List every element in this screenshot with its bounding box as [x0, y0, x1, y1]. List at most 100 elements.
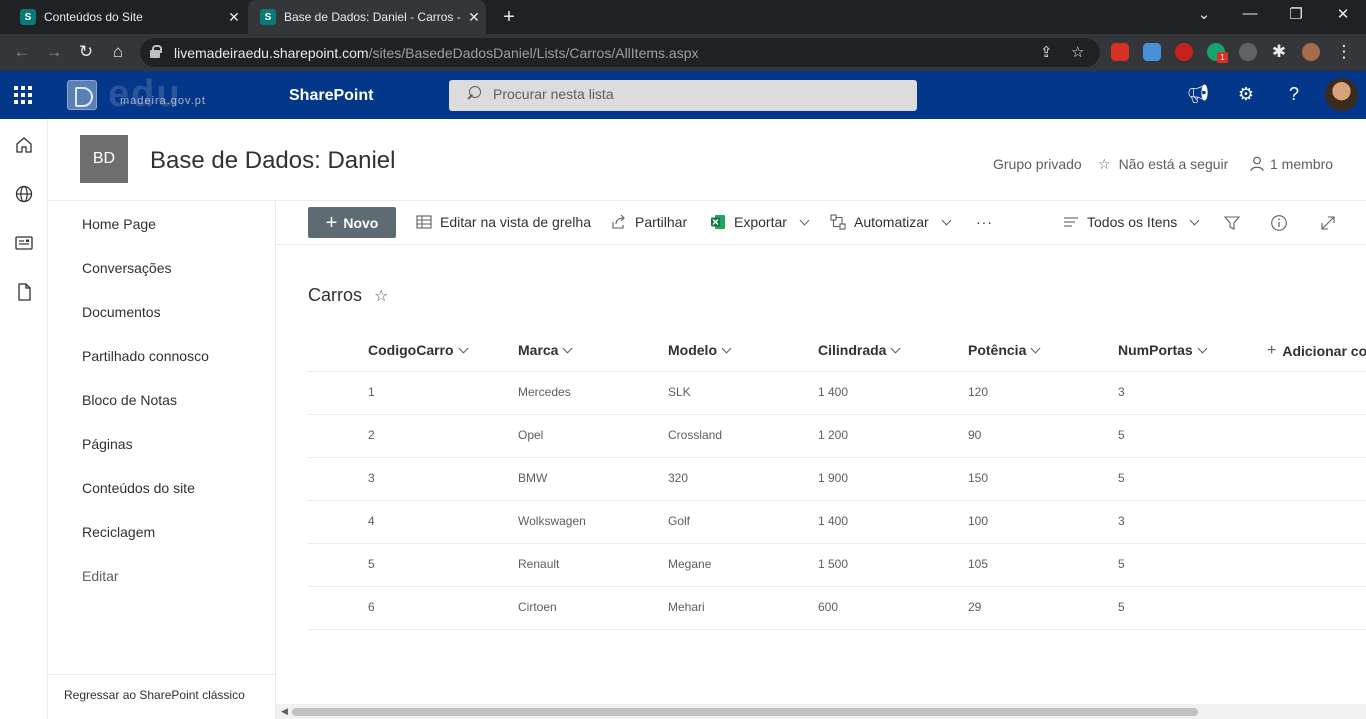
nav-item-home-page[interactable]: Home Page: [82, 216, 156, 232]
share-label: Partilhar: [635, 214, 688, 230]
plus-icon: +: [1267, 342, 1277, 359]
organization-logo-subtitle: madeira.gov.pt: [120, 95, 206, 107]
site-title[interactable]: Base de Dados: Daniel: [150, 147, 395, 175]
help-icon[interactable]: ?: [1282, 84, 1306, 105]
sharepoint-favicon-icon: S: [20, 9, 36, 25]
list-title: Carros: [308, 285, 363, 305]
column-header-cilindrada[interactable]: Cilindrada: [818, 342, 901, 358]
cloud-extension-icon[interactable]: [1143, 43, 1161, 61]
nav-edit-link[interactable]: Editar: [82, 568, 119, 584]
edit-grid-view-label: Editar na vista de grelha: [440, 214, 591, 230]
table-row[interactable]: 1 Mercedes SLK 1 400 120 3: [308, 372, 1366, 415]
cell-cilindrada: 600: [818, 600, 839, 614]
browser-menu-icon[interactable]: ⋮: [1333, 42, 1355, 62]
organization-logo-emblem[interactable]: [67, 80, 97, 110]
minimize-window-button[interactable]: —: [1240, 5, 1260, 22]
search-icon: [467, 86, 481, 100]
view-list-icon: [1064, 217, 1078, 227]
cell-codigocarro: 1: [368, 385, 375, 399]
automate-button[interactable]: Automatizar: [830, 214, 952, 230]
news-icon[interactable]: [14, 233, 34, 253]
nav-item-notebook[interactable]: Bloco de Notas: [82, 392, 177, 408]
cell-marca: Wolkswagen: [518, 514, 586, 528]
column-header-potencia[interactable]: Potência: [968, 342, 1041, 358]
close-tab-icon[interactable]: ✕: [222, 9, 246, 26]
edit-grid-view-button[interactable]: Editar na vista de grelha: [416, 214, 591, 230]
command-bar: + Novo Editar na vista de grelha Partilh…: [276, 201, 1366, 245]
close-tab-icon[interactable]: ✕: [462, 9, 486, 26]
gmail-extension-icon[interactable]: [1111, 43, 1129, 61]
document-icon[interactable]: [14, 282, 34, 302]
nav-item-site-contents[interactable]: Conteúdos do site: [82, 480, 195, 496]
column-header-numportas[interactable]: NumPortas: [1118, 342, 1208, 358]
new-item-button[interactable]: + Novo: [308, 207, 396, 238]
globe-icon[interactable]: [14, 184, 34, 204]
list-title-area: Carros ☆: [308, 285, 388, 306]
column-header-codigocarro[interactable]: CodigoCarro: [368, 342, 469, 358]
cell-marca: BMW: [518, 471, 548, 485]
cell-marca: Opel: [518, 428, 544, 442]
column-header-modelo[interactable]: Modelo: [668, 342, 732, 358]
cell-cilindrada: 1 400: [818, 385, 849, 399]
filter-icon[interactable]: [1223, 214, 1241, 232]
site-logo[interactable]: BD: [80, 135, 128, 183]
bookmark-star-icon[interactable]: ☆: [1071, 43, 1084, 61]
list-search-box[interactable]: [449, 80, 917, 111]
adblock-extension-icon[interactable]: [1175, 43, 1193, 61]
reload-button[interactable]: ↻: [75, 42, 97, 62]
chevron-down-icon: [941, 215, 952, 225]
search-input[interactable]: [493, 86, 893, 102]
column-header-marca[interactable]: Marca: [518, 342, 573, 358]
nav-item-pages[interactable]: Páginas: [82, 436, 133, 452]
browser-tab-site-contents[interactable]: S Conteúdos do Site ✕: [8, 0, 246, 34]
cell-potencia: 100: [968, 514, 989, 528]
table-row[interactable]: 5 Renault Megane 1 500 105 5: [308, 544, 1366, 587]
settings-gear-icon[interactable]: ⚙: [1234, 84, 1258, 105]
extensions-puzzle-icon[interactable]: ✱: [1268, 42, 1290, 62]
share-page-icon[interactable]: ⇪: [1040, 43, 1053, 61]
horizontal-scrollbar[interactable]: ◀: [276, 704, 1366, 719]
info-icon[interactable]: [1270, 214, 1288, 232]
share-button[interactable]: Partilhar: [611, 214, 687, 230]
address-bar[interactable]: livemadeiraedu.sharepoint.com/sites/Base…: [140, 38, 1100, 67]
profile-avatar[interactable]: [1302, 43, 1320, 61]
user-avatar[interactable]: [1325, 78, 1358, 111]
export-button[interactable]: Exportar: [710, 214, 810, 230]
follow-button[interactable]: ☆ Não está a seguir: [1098, 156, 1228, 173]
nav-item-conversations[interactable]: Conversações: [82, 260, 172, 276]
cell-cilindrada: 1 400: [818, 514, 849, 528]
browser-tab-carros[interactable]: S Base de Dados: Daniel - Carros - ✕: [248, 0, 486, 34]
nav-item-recycle-bin[interactable]: Reciclagem: [82, 524, 155, 540]
home-icon[interactable]: [14, 135, 34, 155]
nav-item-shared-with-us[interactable]: Partilhado connosco: [82, 348, 209, 364]
megaphone-icon[interactable]: 📢︎: [1186, 84, 1210, 105]
table-row[interactable]: 3 BMW 320 1 900 150 5: [308, 458, 1366, 501]
return-to-classic-link[interactable]: Regressar ao SharePoint clássico: [64, 688, 245, 702]
scrollbar-thumb[interactable]: [292, 708, 1198, 716]
sharepoint-app-title[interactable]: SharePoint: [289, 87, 373, 105]
nav-item-documents[interactable]: Documentos: [82, 304, 161, 320]
members-button[interactable]: 1 membro: [1250, 156, 1333, 172]
back-button[interactable]: ←: [11, 42, 33, 62]
cell-codigocarro: 3: [368, 471, 375, 485]
restore-window-button[interactable]: ❐: [1286, 5, 1306, 23]
table-row[interactable]: 6 Cirtoen Mehari 600 29 5: [308, 587, 1366, 630]
forward-button[interactable]: →: [43, 42, 65, 62]
expand-icon[interactable]: [1319, 214, 1337, 232]
home-button[interactable]: ⌂: [107, 42, 129, 62]
table-row[interactable]: 4 Wolkswagen Golf 1 400 100 3: [308, 501, 1366, 544]
favorite-star-icon[interactable]: ☆: [374, 286, 388, 306]
tab-search-chevron-icon[interactable]: ⌄: [1194, 5, 1214, 23]
view-selector[interactable]: Todos os Itens: [1063, 214, 1200, 230]
app-launcher-icon[interactable]: [14, 86, 32, 104]
more-options-button[interactable]: ···: [976, 214, 993, 230]
cell-modelo: Crossland: [668, 428, 723, 442]
scroll-left-arrow-icon[interactable]: ◀: [281, 706, 288, 717]
table-row[interactable]: 2 Opel Crossland 1 200 90 5: [308, 415, 1366, 458]
close-window-button[interactable]: ✕: [1333, 5, 1353, 23]
cloud-sync-extension-icon[interactable]: [1239, 43, 1257, 61]
add-column-button[interactable]: + Adicionar col: [1267, 342, 1366, 360]
new-tab-button[interactable]: +: [498, 6, 520, 29]
chevron-down-icon: [1189, 215, 1200, 225]
grid-table-icon: [416, 215, 432, 229]
